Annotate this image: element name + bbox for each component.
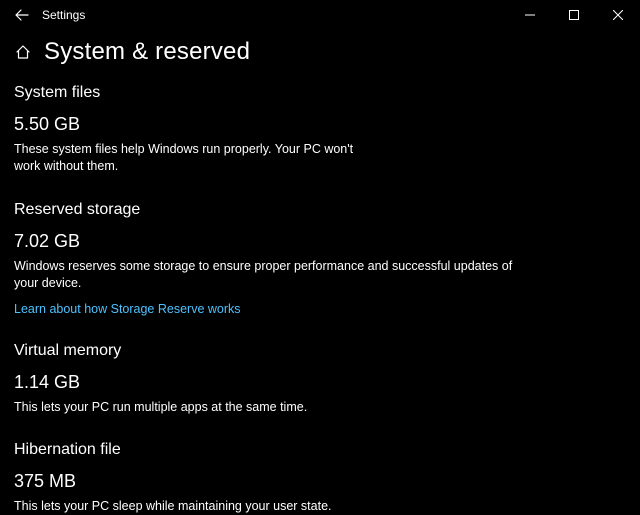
app-title: Settings bbox=[42, 8, 85, 22]
minimize-icon bbox=[525, 10, 535, 20]
section-reserved-storage: Reserved storage 7.02 GB Windows reserve… bbox=[14, 201, 626, 316]
section-virtual-memory: Virtual memory 1.14 GB This lets your PC… bbox=[14, 342, 626, 416]
section-title: System files bbox=[14, 84, 626, 102]
section-title: Reserved storage bbox=[14, 201, 626, 219]
storage-reserve-link[interactable]: Learn about how Storage Reserve works bbox=[14, 302, 241, 316]
close-icon bbox=[613, 10, 623, 20]
section-size: 5.50 GB bbox=[14, 114, 626, 135]
arrow-left-icon bbox=[15, 8, 29, 22]
content-area: System files 5.50 GB These system files … bbox=[0, 78, 640, 515]
section-size: 375 MB bbox=[14, 471, 626, 492]
home-button[interactable] bbox=[14, 43, 32, 61]
section-size: 7.02 GB bbox=[14, 231, 626, 252]
section-description: This lets your PC run multiple apps at t… bbox=[14, 399, 534, 416]
section-title: Hibernation file bbox=[14, 441, 626, 459]
maximize-button[interactable] bbox=[552, 0, 596, 30]
section-title: Virtual memory bbox=[14, 342, 626, 360]
titlebar: Settings bbox=[0, 0, 640, 30]
page-header: System & reserved bbox=[0, 30, 640, 78]
maximize-icon bbox=[569, 10, 579, 20]
section-size: 1.14 GB bbox=[14, 372, 626, 393]
section-hibernation-file: Hibernation file 375 MB This lets your P… bbox=[14, 441, 626, 515]
section-system-files: System files 5.50 GB These system files … bbox=[14, 84, 626, 175]
home-icon bbox=[15, 44, 31, 60]
section-description: These system files help Windows run prop… bbox=[14, 141, 364, 175]
section-description: Windows reserves some storage to ensure … bbox=[14, 258, 534, 292]
window-controls bbox=[508, 0, 640, 30]
minimize-button[interactable] bbox=[508, 0, 552, 30]
page-title: System & reserved bbox=[44, 38, 250, 66]
close-button[interactable] bbox=[596, 0, 640, 30]
back-button[interactable] bbox=[8, 1, 36, 29]
section-description: This lets your PC sleep while maintainin… bbox=[14, 498, 534, 515]
